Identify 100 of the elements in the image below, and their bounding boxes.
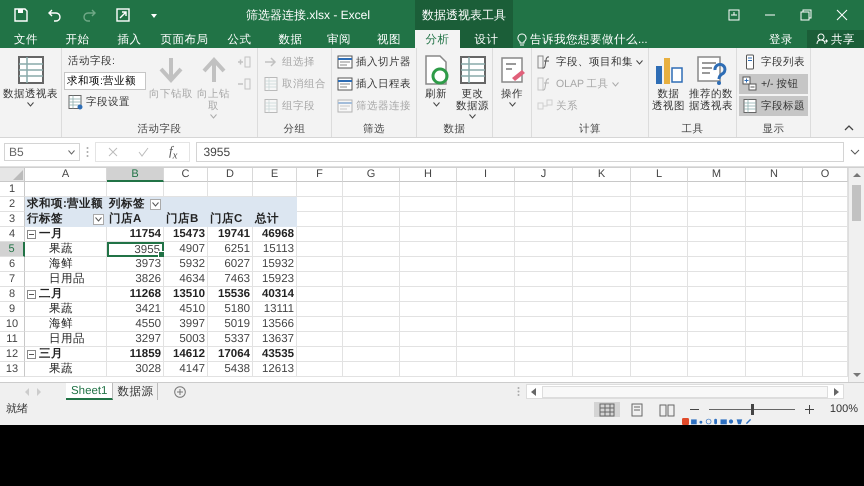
column-header[interactable]: N	[746, 168, 803, 182]
table-cell[interactable]	[457, 272, 515, 287]
table-cell[interactable]	[688, 182, 746, 197]
table-cell[interactable]	[343, 287, 400, 302]
table-cell[interactable]	[297, 212, 343, 227]
ribbon-tab[interactable]: 开始	[52, 30, 103, 48]
table-cell[interactable]	[515, 347, 573, 362]
table-cell[interactable]: 一月	[25, 227, 107, 242]
table-cell[interactable]	[400, 302, 457, 317]
table-cell[interactable]	[297, 287, 343, 302]
table-cell[interactable]	[343, 242, 400, 257]
table-cell[interactable]: 5003	[164, 332, 208, 347]
table-cell[interactable]: 4510	[164, 302, 208, 317]
ribbon-button[interactable]: 数据透视图	[651, 52, 686, 114]
table-cell[interactable]: 13637	[253, 332, 297, 347]
column-header[interactable]: D	[208, 168, 253, 182]
table-cell[interactable]	[515, 332, 573, 347]
table-cell[interactable]: 3997	[164, 317, 208, 332]
row-header[interactable]: 12	[0, 347, 25, 362]
table-cell[interactable]	[631, 182, 688, 197]
table-cell[interactable]	[688, 227, 746, 242]
table-cell[interactable]: 43535	[253, 347, 297, 362]
table-cell[interactable]	[297, 227, 343, 242]
row-header[interactable]: 11	[0, 332, 25, 347]
column-header[interactable]: L	[631, 168, 688, 182]
table-cell[interactable]: 13510	[164, 287, 208, 302]
table-cell[interactable]	[515, 272, 573, 287]
ribbon-tab[interactable]: 数据	[266, 30, 315, 48]
table-cell[interactable]	[746, 347, 803, 362]
column-header[interactable]: J	[515, 168, 573, 182]
table-cell[interactable]: 日用品	[25, 332, 107, 347]
table-cell[interactable]	[631, 212, 688, 227]
table-cell[interactable]	[631, 242, 688, 257]
table-cell[interactable]: 门店A	[107, 212, 164, 227]
ribbon-button[interactable]: 插入日程表	[334, 74, 414, 94]
column-header[interactable]: K	[573, 168, 631, 182]
table-cell[interactable]: 3028	[107, 362, 164, 377]
table-cell[interactable]: 三月	[25, 347, 107, 362]
column-header[interactable]: I	[457, 168, 515, 182]
table-cell[interactable]: 5438	[208, 362, 253, 377]
row-header[interactable]: 13	[0, 362, 25, 377]
table-cell[interactable]	[400, 182, 457, 197]
table-cell[interactable]	[515, 317, 573, 332]
table-cell[interactable]	[688, 287, 746, 302]
table-cell[interactable]	[631, 317, 688, 332]
table-cell[interactable]	[688, 212, 746, 227]
table-cell[interactable]	[400, 287, 457, 302]
table-cell[interactable]: 门店C	[208, 212, 253, 227]
table-cell[interactable]	[457, 347, 515, 362]
table-cell[interactable]: 5180	[208, 302, 253, 317]
table-cell[interactable]	[746, 272, 803, 287]
table-cell[interactable]	[573, 332, 631, 347]
table-cell[interactable]	[573, 242, 631, 257]
table-cell[interactable]: 日用品	[25, 272, 107, 287]
table-cell[interactable]: 14612	[164, 347, 208, 362]
table-cell[interactable]: 海鲜	[25, 257, 107, 272]
row-header[interactable]: 7	[0, 272, 25, 287]
table-cell[interactable]	[688, 317, 746, 332]
table-cell[interactable]: 13111	[253, 302, 297, 317]
touch-mode-icon[interactable]	[116, 8, 130, 22]
table-cell[interactable]	[297, 362, 343, 377]
cancel-icon[interactable]	[108, 147, 118, 157]
table-cell[interactable]	[688, 347, 746, 362]
table-cell[interactable]: 6251	[208, 242, 253, 257]
insert-function-button[interactable]: f$_{x}$	[169, 142, 178, 162]
sign-in-link[interactable]: 登录	[769, 30, 793, 48]
table-cell[interactable]	[515, 212, 573, 227]
table-cell[interactable]	[457, 227, 515, 242]
table-cell[interactable]	[573, 257, 631, 272]
table-cell[interactable]	[400, 257, 457, 272]
table-cell[interactable]	[457, 242, 515, 257]
ribbon-button[interactable]: 数据透视表	[2, 52, 59, 109]
table-cell[interactable]	[631, 302, 688, 317]
table-cell[interactable]	[515, 242, 573, 257]
column-header[interactable]: M	[688, 168, 746, 182]
table-cell[interactable]	[746, 317, 803, 332]
check-icon[interactable]	[138, 147, 149, 157]
expand-formula-icon[interactable]	[850, 149, 860, 155]
share-button[interactable]: 共享	[807, 30, 864, 48]
table-cell[interactable]	[573, 272, 631, 287]
redo-icon[interactable]	[82, 8, 96, 22]
table-cell[interactable]	[631, 227, 688, 242]
ribbon-button[interactable]: 更改数据源	[455, 52, 490, 121]
scroll-right-icon[interactable]	[834, 388, 839, 396]
table-cell[interactable]: 11754	[107, 227, 164, 242]
table-cell[interactable]	[343, 332, 400, 347]
ribbon-tab[interactable]: 设计	[460, 30, 513, 48]
name-box[interactable]: B5	[4, 143, 80, 161]
collapse-icon[interactable]	[27, 290, 36, 298]
active-field-input[interactable]: 求和项:营业额	[64, 72, 146, 90]
ribbon-button[interactable]: 字段列表	[739, 52, 808, 72]
column-header[interactable]: G	[343, 168, 400, 182]
table-cell[interactable]: 4550	[107, 317, 164, 332]
restore-icon[interactable]	[800, 9, 812, 21]
table-cell[interactable]	[343, 362, 400, 377]
table-cell[interactable]	[297, 302, 343, 317]
scrollbar-thumb[interactable]	[852, 185, 861, 221]
table-cell[interactable]	[515, 182, 573, 197]
table-cell[interactable]	[400, 317, 457, 332]
table-cell[interactable]	[688, 257, 746, 272]
